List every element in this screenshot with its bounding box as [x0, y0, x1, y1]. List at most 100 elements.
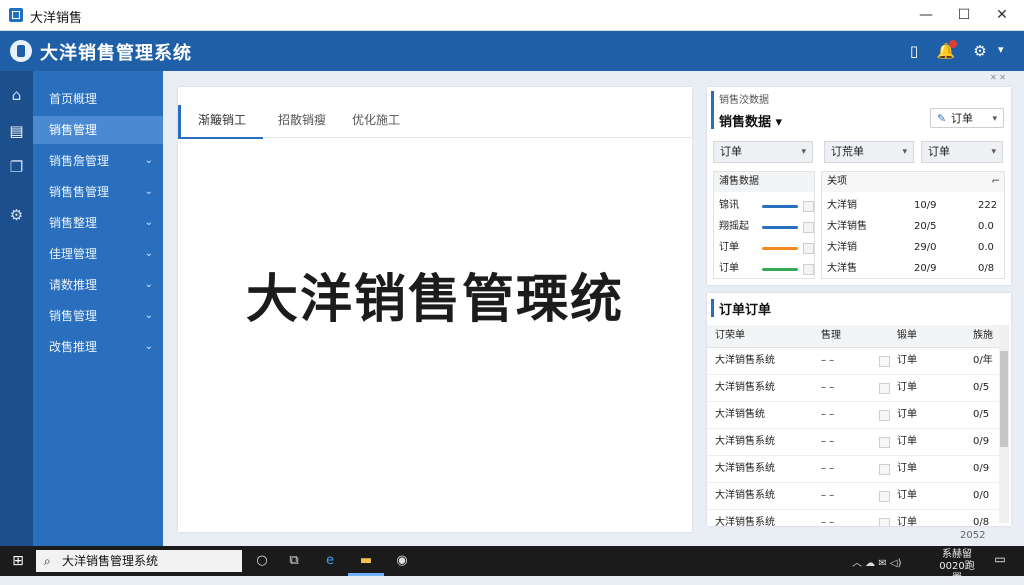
sidebar-item-label: 改售推理	[49, 340, 98, 354]
table-cell: 大洋销售系统	[715, 382, 775, 393]
table-cell: 大洋销售系统	[715, 463, 775, 474]
sidebar-item[interactable]: 销售管理	[33, 116, 163, 144]
close-button[interactable]: ✕	[984, 3, 1020, 27]
settings-icon[interactable]: ⚙	[6, 205, 27, 226]
app-icon[interactable]: ◉	[392, 552, 412, 570]
row-checkbox[interactable]	[879, 383, 890, 394]
sidebar-item-label: 销售管理	[49, 309, 98, 323]
table-cell: 0/8	[973, 517, 990, 526]
legend-checkbox[interactable]	[803, 222, 814, 233]
cortana-icon[interactable]: ○	[252, 552, 272, 570]
gear-icon[interactable]: ⚙	[970, 41, 990, 61]
document-icon[interactable]: ▤	[6, 121, 27, 142]
legend-row: 翔摇起	[714, 217, 814, 237]
folder-icon[interactable]: ▬	[356, 552, 376, 570]
files-icon[interactable]: ❐	[6, 157, 27, 178]
table-cell: 订单	[897, 436, 917, 447]
home-icon[interactable]: ⌂	[6, 85, 27, 106]
expand-icon[interactable]: ⌐	[992, 172, 1000, 192]
legend-checkbox[interactable]	[803, 264, 814, 275]
select-3[interactable]: 订单 ▾	[921, 141, 1003, 163]
select-3-value: 订单	[928, 145, 950, 158]
task-view-icon[interactable]: ⧉	[284, 552, 304, 570]
window-title: 大洋销售	[30, 11, 83, 26]
sidebar-item[interactable]: 销售管理 ⌄	[33, 302, 163, 330]
pager-text: 2052	[960, 530, 986, 541]
edge-icon[interactable]: e	[320, 552, 340, 570]
orders-scrollbar[interactable]	[999, 325, 1009, 523]
table-row[interactable]: 大洋销售系统 – – 订单 0/年	[707, 347, 999, 375]
table-row[interactable]: 大洋销 29/0 0.0	[822, 238, 1004, 258]
sidebar: 首页概理 销售管理 销售詹管理 ⌄ 销售售管理 ⌄ 销售整理 ⌄ 佳理管理 ⌄ 请数推理 ⌄ 销售管理 ⌄…	[33, 71, 163, 546]
table-row[interactable]: 大洋销售 20/5 0.0	[822, 217, 1004, 237]
maximize-button[interactable]: ☐	[946, 3, 982, 27]
legend-table: 浦售数据 锦讯 翔摇起 订单 订单	[713, 171, 815, 279]
col-header[interactable]: 锻单	[897, 325, 917, 347]
sidebar-item[interactable]: 首页概理	[33, 85, 163, 113]
table-row[interactable]: 大洋销售系统 – – 订单 0/0	[707, 482, 999, 510]
table-cell: 大洋销售系统	[715, 517, 775, 526]
window-titlebar: 大洋销售 — ☐ ✕	[0, 0, 1024, 31]
row-checkbox[interactable]	[879, 410, 890, 421]
pen-icon: ✎	[937, 112, 947, 125]
table-row[interactable]: 大洋销售系统 – – 订单 0/8	[707, 509, 999, 526]
table-row[interactable]: 大洋售 20/9 0/8	[822, 259, 1004, 279]
legend-checkbox[interactable]	[803, 201, 814, 212]
select-2[interactable]: 订荒单 ▾	[824, 141, 914, 163]
panel-accent	[711, 299, 714, 317]
row-checkbox[interactable]	[879, 518, 890, 526]
select-1[interactable]: 订单 ▾	[713, 141, 813, 163]
row-checkbox[interactable]	[879, 437, 890, 448]
table-row[interactable]: 大洋销售系统 – – 订单 0/5	[707, 374, 999, 402]
tablet-icon[interactable]: ▯	[904, 41, 924, 61]
sidebar-item[interactable]: 改售推理 ⌄	[33, 333, 163, 361]
chevron-down-icon: ⌄	[144, 155, 153, 166]
taskbar-clock[interactable]: 系赫留 0020跑置	[936, 549, 978, 585]
table-cell: – –	[821, 409, 835, 420]
table-cell: 0/9	[973, 436, 990, 447]
panel-close-icon[interactable]: ✕ ✕	[990, 73, 1006, 82]
sidebar-item-label: 销售管理	[49, 123, 98, 137]
app-header: 大洋销售管理系统 ▯ 🔔 ⚙ ▾	[0, 31, 1024, 71]
brand-icon	[10, 40, 32, 62]
row-checkbox[interactable]	[879, 356, 890, 367]
table-cell: 大洋销售系统	[715, 490, 775, 501]
table-row[interactable]: 大洋销售系统 – – 订单 0/9	[707, 428, 999, 456]
table-cell: 29/0	[914, 242, 937, 253]
minimize-button[interactable]: —	[908, 3, 944, 27]
select-2-value: 订荒单	[831, 145, 864, 158]
sidebar-item[interactable]: 请数推理 ⌄	[33, 271, 163, 299]
order-dropdown-button[interactable]: ✎ 订单 ▾	[930, 108, 1004, 128]
tab-2[interactable]: 招散销瘦	[270, 105, 334, 137]
orders-panel: 订单订单 订荣单 售理 锻单 族施 大洋销售系统 – – 订单 0/年 大洋销售系统 – …	[707, 293, 1011, 526]
panel-title[interactable]: 销售数据 ▾	[719, 111, 782, 130]
taskbar-search[interactable]: ⌕ 大洋销售管理系统	[36, 550, 242, 572]
sidebar-item[interactable]: 销售售管理 ⌄	[33, 178, 163, 206]
tab-3[interactable]: 优化施工	[348, 105, 404, 137]
legend-checkbox[interactable]	[803, 243, 814, 254]
legend-swatch	[762, 247, 798, 250]
table-row[interactable]: 大洋销 10/9 222	[822, 196, 1004, 216]
sidebar-item[interactable]: 销售整理 ⌄	[33, 209, 163, 237]
sidebar-item[interactable]: 销售詹管理 ⌄	[33, 147, 163, 175]
scrollbar-thumb[interactable]	[1000, 351, 1008, 447]
tab-1[interactable]: 渐簸销工	[178, 105, 263, 139]
table-cell: 0/0	[973, 490, 990, 501]
sidebar-item-label: 销售整理	[49, 216, 98, 230]
windows-start-icon[interactable]: ⊞	[10, 553, 26, 569]
system-tray[interactable]: ︿ ☁ ✉ ◁)	[852, 554, 902, 569]
row-checkbox[interactable]	[879, 491, 890, 502]
table-cell: 订单	[897, 382, 917, 393]
row-checkbox[interactable]	[879, 464, 890, 475]
col-header[interactable]: 订荣单	[715, 325, 745, 347]
col-header[interactable]: 族施	[973, 325, 993, 347]
sidebar-item[interactable]: 佳理管理 ⌄	[33, 240, 163, 268]
col-header[interactable]: 售理	[821, 325, 841, 347]
notification-badge	[949, 40, 957, 48]
table-cell: 大洋销	[827, 200, 857, 211]
table-row[interactable]: 大洋销售统 – – 订单 0/5	[707, 401, 999, 429]
table-row[interactable]: 大洋销售系统 – – 订单 0/9	[707, 455, 999, 483]
legend-label: 订单	[719, 263, 739, 274]
chevron-down-icon[interactable]: ▾	[998, 43, 1004, 56]
notification-center-icon[interactable]: ▭	[992, 552, 1008, 568]
